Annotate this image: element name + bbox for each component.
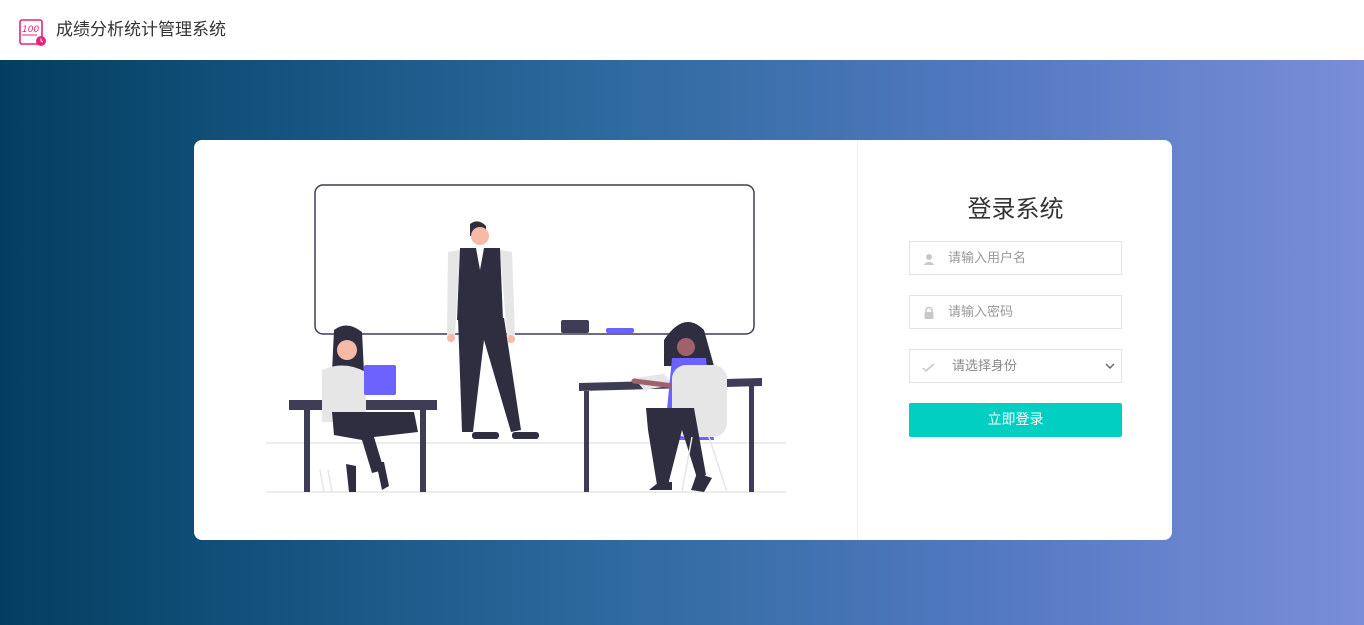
- score-100-icon: 100: [19, 19, 46, 46]
- classroom-illustration-svg: [266, 184, 786, 493]
- login-background: 登录系统 请输入用户名 请选择身份 立即登录: [0, 60, 1364, 625]
- login-card: 登录系统 请输入用户名 请选择身份 立即登录: [194, 140, 1172, 540]
- username-input[interactable]: [948, 242, 1118, 274]
- role-select[interactable]: 请选择身份: [952, 350, 1122, 382]
- whiteboard: [314, 184, 755, 335]
- logo-text: 100: [22, 25, 39, 35]
- login-button[interactable]: 立即登录: [909, 403, 1122, 437]
- top-bar: 100 成绩分析统计管理系统: [0, 0, 1364, 60]
- login-title: 登录系统: [967, 195, 1064, 223]
- login-form: 登录系统 请输入用户名 请选择身份 立即登录: [859, 140, 1172, 540]
- user-icon: [923, 254, 935, 265]
- chevron-down-icon: [1105, 363, 1115, 369]
- right-student-figure: [631, 322, 728, 493]
- lock-icon: [924, 306, 934, 319]
- eraser: [561, 320, 589, 333]
- username-field: [909, 241, 1122, 275]
- password-input[interactable]: [948, 296, 1118, 328]
- check-icon: [922, 363, 935, 373]
- marker: [606, 328, 634, 333]
- classroom-illustration: [194, 140, 858, 540]
- app-title: 成绩分析统计管理系统: [56, 20, 226, 40]
- password-field: [909, 295, 1122, 329]
- role-field: 请选择身份: [909, 349, 1122, 383]
